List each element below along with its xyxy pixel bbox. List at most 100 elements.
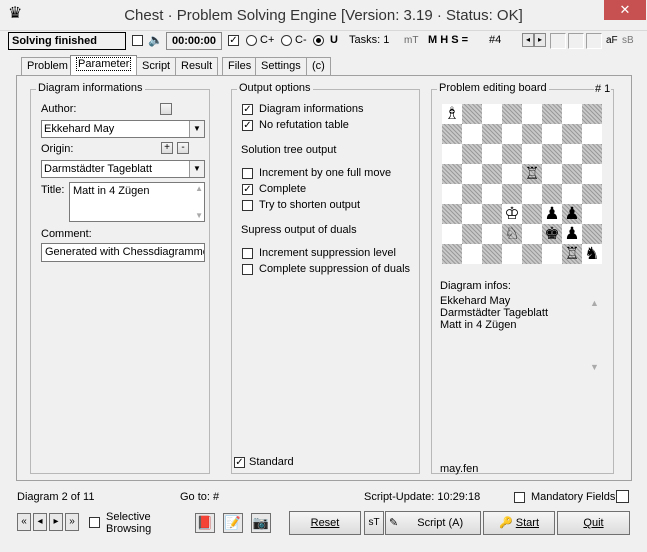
board-square[interactable]: [562, 104, 582, 124]
board-square[interactable]: [542, 184, 562, 204]
black-knight-icon[interactable]: ♞: [582, 244, 602, 264]
board-square[interactable]: [582, 184, 602, 204]
no-refutation-checkbox[interactable]: ✓: [242, 120, 253, 131]
chevron-down-icon[interactable]: ▼: [189, 161, 204, 177]
selective-browsing-checkbox[interactable]: [89, 517, 100, 528]
tab-files[interactable]: Files: [222, 57, 258, 75]
moves-decrease-button[interactable]: ◂: [522, 33, 534, 47]
board-square[interactable]: [582, 144, 602, 164]
board-square[interactable]: [502, 124, 522, 144]
script-a-button[interactable]: ✎ Script (A): [385, 511, 481, 535]
title-field[interactable]: Matt in 4 Zügen ▲ ▼: [69, 182, 205, 222]
board-square[interactable]: [502, 144, 522, 164]
sb-toggle[interactable]: sB: [622, 35, 634, 46]
board-square[interactable]: [522, 244, 542, 264]
complete-suppression-checkbox[interactable]: [242, 264, 253, 275]
notes-icon[interactable]: 📝: [223, 513, 243, 533]
chevron-down-icon[interactable]: ▼: [189, 121, 204, 137]
board-square[interactable]: [482, 184, 502, 204]
speaker-icon[interactable]: 🔈: [148, 33, 163, 47]
board-square[interactable]: [502, 244, 522, 264]
tab-result[interactable]: Result: [175, 57, 219, 75]
board-square[interactable]: [442, 244, 462, 264]
board-square[interactable]: [562, 164, 582, 184]
board-square[interactable]: [582, 164, 602, 184]
board-square[interactable]: [462, 144, 482, 164]
checkmark-checkbox[interactable]: ✓: [228, 35, 239, 46]
scroll-up-icon[interactable]: ▲: [590, 298, 599, 308]
scroll-down-icon[interactable]: ▼: [195, 211, 203, 220]
start-button[interactable]: 🔑 Start: [483, 511, 555, 535]
tab-copyright[interactable]: (c): [306, 57, 331, 75]
quit-button[interactable]: Quit: [557, 511, 630, 535]
origin-remove-button[interactable]: -: [177, 142, 189, 154]
increment-move-checkbox[interactable]: [242, 168, 253, 179]
board-square[interactable]: [442, 224, 462, 244]
board-square[interactable]: [562, 184, 582, 204]
board-square[interactable]: [482, 144, 502, 164]
board-square[interactable]: [522, 104, 542, 124]
board-square[interactable]: [442, 204, 462, 224]
white-knight-icon[interactable]: ♘: [502, 224, 522, 244]
board-square[interactable]: [502, 104, 522, 124]
board-square[interactable]: [482, 104, 502, 124]
board-square[interactable]: [562, 144, 582, 164]
board-square[interactable]: [522, 184, 542, 204]
board-square[interactable]: [482, 224, 502, 244]
board-square[interactable]: [482, 204, 502, 224]
board-square[interactable]: [482, 124, 502, 144]
black-pawn-icon[interactable]: ♟: [542, 204, 562, 224]
board-square[interactable]: [502, 184, 522, 204]
board-square[interactable]: [442, 124, 462, 144]
book-icon[interactable]: 📕: [195, 513, 215, 533]
next-diagram-button[interactable]: ▸: [49, 513, 63, 531]
last-diagram-button[interactable]: »: [65, 513, 79, 531]
board-square[interactable]: [462, 244, 482, 264]
tab-parameter[interactable]: Parameter: [70, 55, 138, 76]
white-rook-icon[interactable]: ♖: [522, 164, 542, 184]
white-king-icon[interactable]: ♔: [502, 204, 522, 224]
origin-add-button[interactable]: +: [161, 142, 173, 154]
close-button[interactable]: ✕: [604, 0, 646, 20]
increment-suppression-checkbox[interactable]: [242, 248, 253, 259]
radio-c-plus[interactable]: [246, 35, 257, 46]
scroll-down-icon[interactable]: ▼: [590, 362, 599, 372]
shorten-checkbox[interactable]: [242, 200, 253, 211]
board-square[interactable]: [522, 224, 542, 244]
af-toggle[interactable]: aF: [606, 35, 618, 46]
black-king-icon[interactable]: ♚: [542, 224, 562, 244]
black-pawn-icon[interactable]: ♟: [562, 224, 582, 244]
board-square[interactable]: [502, 164, 522, 184]
white-bishop-icon[interactable]: ♗: [442, 104, 462, 124]
board-square[interactable]: [542, 244, 562, 264]
moves-increase-button[interactable]: ▸: [534, 33, 546, 47]
board-square[interactable]: [462, 104, 482, 124]
board-square[interactable]: [542, 164, 562, 184]
first-diagram-button[interactable]: «: [17, 513, 31, 531]
standard-checkbox[interactable]: ✓: [234, 457, 245, 468]
board-square[interactable]: [542, 124, 562, 144]
origin-combo[interactable]: Darmstädter Tageblatt ▼: [41, 160, 205, 178]
board-square[interactable]: [442, 164, 462, 184]
tab-settings[interactable]: Settings: [255, 57, 307, 75]
prev-diagram-button[interactable]: ◂: [33, 513, 47, 531]
scroll-up-icon[interactable]: ▲: [195, 184, 203, 193]
diagram-info-checkbox[interactable]: ✓: [242, 104, 253, 115]
author-combo[interactable]: Ekkehard May ▼: [41, 120, 205, 138]
board-square[interactable]: [462, 124, 482, 144]
board-square[interactable]: [522, 204, 542, 224]
camera-icon[interactable]: 📷: [251, 513, 271, 533]
author-button[interactable]: [160, 103, 172, 115]
board-square[interactable]: [482, 164, 502, 184]
radio-c-minus[interactable]: [281, 35, 292, 46]
tab-problem[interactable]: Problem: [21, 57, 74, 75]
st-button[interactable]: sT: [364, 511, 384, 535]
board-square[interactable]: [562, 124, 582, 144]
board-square[interactable]: [542, 104, 562, 124]
board-square[interactable]: [542, 144, 562, 164]
black-pawn-icon[interactable]: ♟: [562, 204, 582, 224]
board-square[interactable]: [522, 124, 542, 144]
board-square[interactable]: [462, 224, 482, 244]
board-square[interactable]: [442, 144, 462, 164]
comment-field[interactable]: Generated with Chessdiagrammer: [41, 243, 205, 262]
